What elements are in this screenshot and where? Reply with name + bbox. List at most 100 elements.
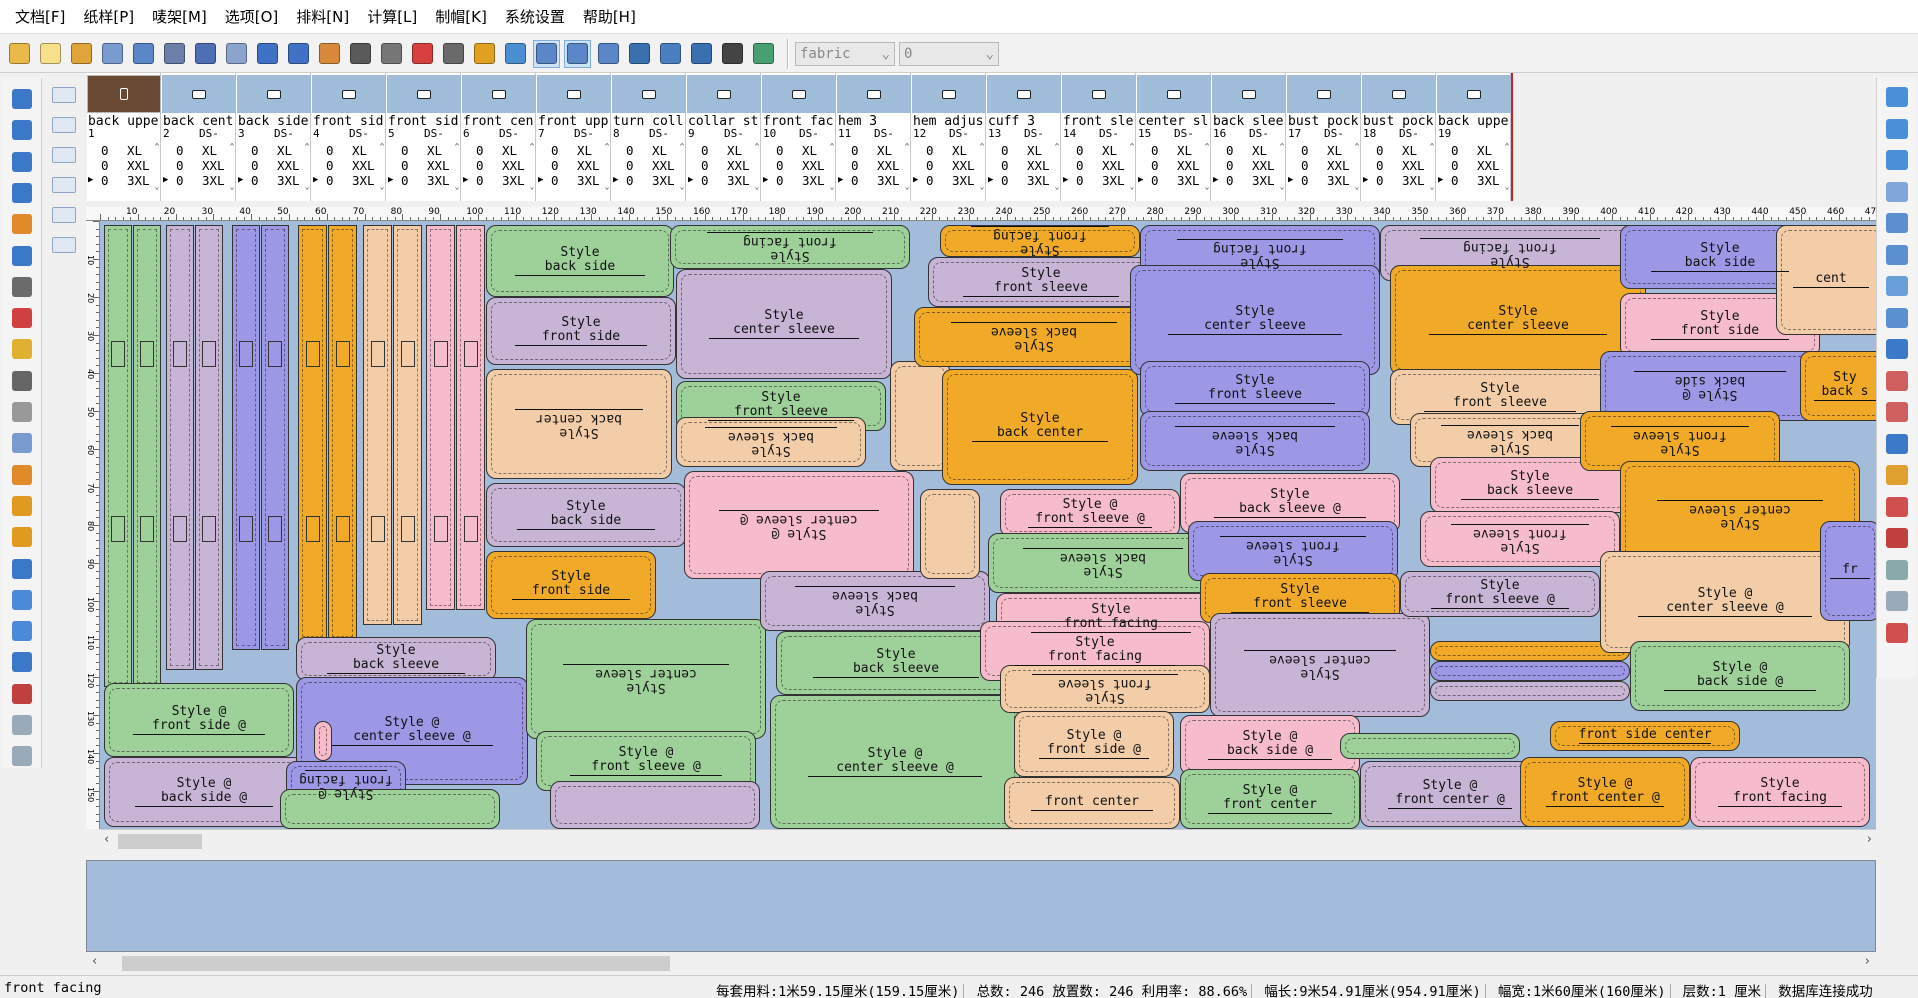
scroll-right-icon[interactable]: › (1867, 832, 1872, 847)
size-row[interactable]: 0 XL (762, 143, 836, 158)
size-quantity[interactable]: 0 (1376, 158, 1384, 173)
zoom-in-tool[interactable] (9, 149, 35, 175)
size-quantity[interactable]: 0 (1226, 143, 1234, 158)
pattern-piece-9[interactable]: collar st 9 DS- 0 XL 0 XXL ▶ 0 3XL ^ ⌄ (687, 73, 761, 201)
pattern-piece[interactable]: Style back sleeve (760, 571, 990, 631)
no-overlap-tool[interactable] (1884, 525, 1910, 551)
size-row[interactable]: ▶ 0 3XL (1137, 173, 1211, 188)
pattern-piece[interactable]: Style center sleeve (526, 619, 766, 739)
pattern-piece[interactable]: Style front side (486, 297, 676, 365)
copy-tool[interactable] (1884, 557, 1910, 583)
chart-button[interactable] (502, 40, 529, 68)
pattern-piece[interactable]: Style back sleeve (914, 307, 1154, 367)
piece-thumbnail[interactable] (987, 75, 1061, 113)
dashed-shape-tool[interactable] (9, 399, 35, 425)
print-preview-button[interactable] (223, 40, 250, 68)
pattern-piece[interactable]: Style front sleeve (928, 257, 1154, 307)
piece-thumbnail[interactable] (537, 75, 611, 113)
piece-thumbnail[interactable] (912, 75, 986, 113)
size-quantity[interactable]: 0 (851, 173, 859, 188)
size-row[interactable]: ▶ 0 3XL (837, 173, 911, 188)
scrollbar-thumb[interactable] (118, 834, 202, 849)
view-mode-1-button[interactable] (533, 39, 560, 68)
size-row[interactable]: ▶ 0 3XL (237, 173, 311, 188)
size-quantity[interactable]: 0 (1301, 158, 1309, 173)
strip-piece[interactable] (426, 225, 455, 610)
size-row[interactable]: 0 XXL (612, 158, 686, 173)
pattern-piece[interactable]: Style back sleeve (676, 417, 866, 467)
size-quantity[interactable]: 0 (701, 173, 709, 188)
pattern-piece[interactable]: Style back side (486, 483, 686, 547)
strip-piece[interactable] (104, 225, 132, 687)
pattern-piece-1[interactable]: back uppe 1 0 XL 0 XXL ▶ 0 3XL ^ ⌄ (87, 73, 161, 201)
size-row[interactable]: ▶ 0 3XL (1437, 173, 1511, 188)
pattern-piece[interactable]: Style center sleeve (1210, 613, 1430, 717)
size-scrollbar[interactable]: ^ ⌄ (903, 143, 911, 199)
dimension-tool[interactable] (50, 232, 78, 258)
menu-item[interactable]: 文档[F] (6, 0, 74, 34)
open-marker-button[interactable] (68, 40, 95, 68)
size-scrollbar[interactable]: ^ ⌄ (828, 143, 836, 199)
size-quantity[interactable]: 0 (251, 173, 259, 188)
size-quantity[interactable]: 0 (101, 143, 109, 158)
pattern-piece[interactable]: front center (1004, 777, 1180, 829)
rectangle-tool[interactable] (1884, 336, 1910, 362)
save-button[interactable] (99, 40, 126, 68)
pattern-piece[interactable]: Style @ front center @ (1520, 757, 1690, 827)
cloud-tool[interactable] (1884, 179, 1910, 205)
strip-piece[interactable] (393, 225, 422, 625)
size-quantity[interactable]: 0 (626, 143, 634, 158)
pattern-piece[interactable]: Sty back s (1800, 351, 1876, 421)
size-quantity[interactable]: 0 (626, 173, 634, 188)
size-scrollbar[interactable]: ^ ⌄ (153, 143, 161, 199)
pen-line-tool[interactable] (50, 112, 78, 138)
piece-thumbnail[interactable] (1137, 75, 1211, 113)
palette-tool[interactable] (50, 82, 78, 108)
size-quantity[interactable]: 0 (401, 143, 409, 158)
size-quantity[interactable]: 0 (401, 173, 409, 188)
pattern-piece-12[interactable]: hem adjus 12 DS- 0 XL 0 XXL ▶ 0 3XL ^ ⌄ (912, 73, 986, 201)
size-row[interactable]: ▶ 0 3XL (1362, 173, 1436, 188)
zoom-piece-tool[interactable] (9, 712, 35, 738)
size-row[interactable]: 0 XXL (1212, 158, 1286, 173)
edit-tool[interactable] (9, 462, 35, 488)
scrollbar-thumb[interactable] (122, 956, 670, 971)
zoom-out-tool[interactable] (1884, 147, 1910, 173)
size-quantity[interactable]: 0 (1001, 173, 1009, 188)
size-row[interactable]: ▶ 0 3XL (312, 173, 386, 188)
size-quantity[interactable]: 0 (476, 158, 484, 173)
size-row[interactable]: 0 XXL (912, 158, 986, 173)
size-quantity[interactable]: 0 (1001, 158, 1009, 173)
size-row[interactable]: 0 XXL (312, 158, 386, 173)
pattern-piece[interactable]: Style back sleeve (296, 637, 496, 681)
size-quantity[interactable]: 0 (251, 158, 259, 173)
piece-thumbnail[interactable] (87, 75, 161, 113)
link-tool[interactable] (1884, 620, 1910, 646)
size-quantity[interactable]: 0 (1301, 143, 1309, 158)
size-scrollbar[interactable]: ^ ⌄ (228, 143, 236, 199)
size-quantity[interactable]: 0 (476, 173, 484, 188)
size-row[interactable]: 0 XXL (87, 158, 161, 173)
scroll-left-icon[interactable]: ‹ (92, 954, 97, 969)
size-row[interactable]: ▶ 0 3XL (87, 173, 161, 188)
move-tool[interactable] (9, 211, 35, 237)
size-row[interactable]: ▶ 0 3XL (1287, 173, 1361, 188)
size-quantity[interactable]: 0 (701, 143, 709, 158)
plotter-button[interactable] (192, 40, 219, 68)
strip-piece[interactable] (195, 225, 223, 670)
measure-m-tool[interactable] (9, 524, 35, 550)
select-arrow-tool[interactable] (9, 86, 35, 112)
menu-item[interactable]: 排料[N] (287, 0, 358, 34)
ruler-tool[interactable] (9, 336, 35, 362)
view-mode-2-button[interactable] (564, 39, 591, 68)
size-quantity[interactable]: 0 (926, 173, 934, 188)
sheet-tool[interactable] (50, 202, 78, 228)
grid-dots-tool[interactable] (1884, 588, 1910, 614)
size-quantity[interactable]: 0 (1076, 158, 1084, 173)
size-quantity[interactable]: 0 (1151, 173, 1159, 188)
zoom-select-tool[interactable] (1884, 84, 1910, 110)
size-quantity[interactable]: 0 (326, 158, 334, 173)
pattern-piece[interactable]: Style center sleeve (1130, 265, 1380, 375)
menu-item[interactable]: 帮助[H] (574, 0, 645, 34)
piece-thumbnail[interactable] (1287, 75, 1361, 113)
